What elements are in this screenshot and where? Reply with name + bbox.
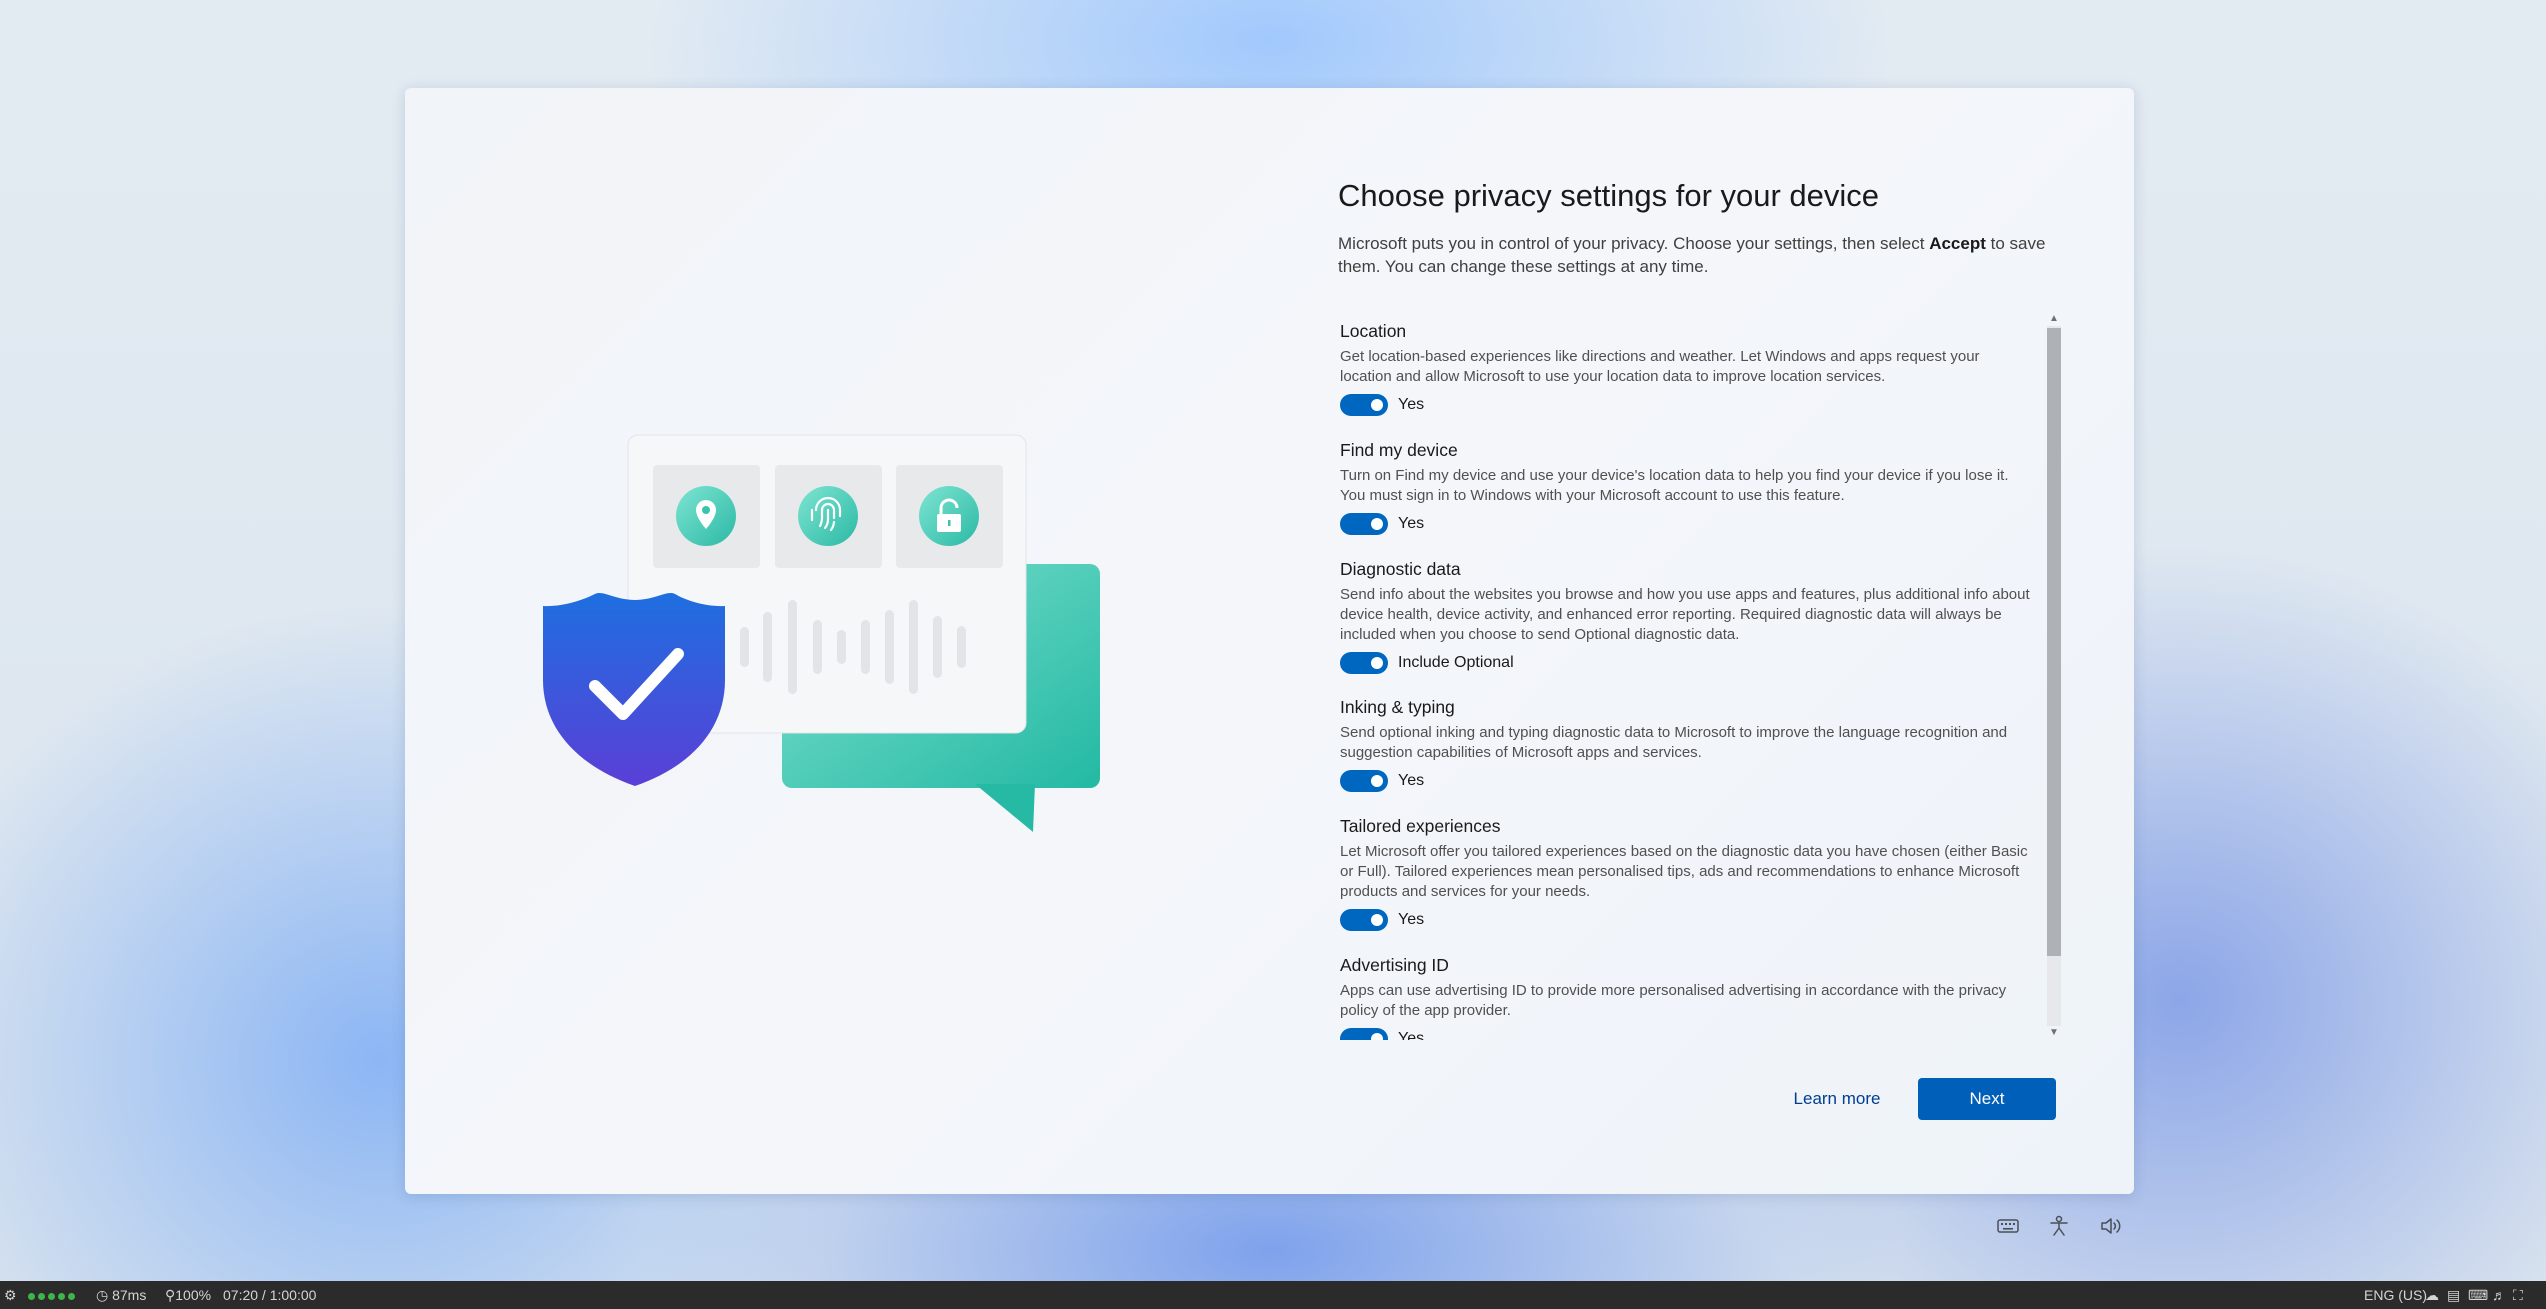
page-title: Choose privacy settings for your device xyxy=(1338,178,1880,213)
language-indicator[interactable]: ENG (US) xyxy=(2364,1281,2427,1309)
privacy-settings-list[interactable]: Location Get location-based experiences … xyxy=(1340,312,2040,1040)
volume-icon[interactable]: ♬ xyxy=(2492,1281,2506,1309)
settings-scrollbar[interactable]: ▲ ▼ xyxy=(2045,312,2063,1040)
inking-typing-toggle[interactable] xyxy=(1340,770,1388,792)
setting-description: Turn on Find my device and use your devi… xyxy=(1340,467,2009,504)
setting-title: Inking & typing xyxy=(1340,697,1455,717)
unlock-icon xyxy=(919,486,979,546)
setting-inking-typing: Inking & typing Send optional inking and… xyxy=(1340,695,2040,793)
setting-title: Location xyxy=(1340,321,1407,341)
scrollbar-thumb[interactable] xyxy=(2047,328,2061,956)
toggle-label: Yes xyxy=(1398,515,1425,532)
diagnostic-data-toggle[interactable] xyxy=(1340,652,1388,674)
setting-title: Find my device xyxy=(1340,440,1458,460)
magnifier-icon: ⚲ xyxy=(165,1287,176,1303)
setting-diagnostic-data: Diagnostic data Send info about the webs… xyxy=(1340,557,2040,675)
vm-status-bar: ⚙ ◷ 87ms ⚲100% 07:20 / 1:00:00 ENG (US) … xyxy=(0,1281,2546,1309)
scroll-up-arrow-icon[interactable]: ▲ xyxy=(2045,312,2063,326)
zoom-value: 100% xyxy=(175,1287,212,1303)
setting-description: Send optional inking and typing diagnost… xyxy=(1340,724,2008,761)
find-my-device-toggle[interactable] xyxy=(1340,513,1388,535)
location-toggle[interactable] xyxy=(1340,394,1388,416)
setting-find-my-device: Find my device Turn on Find my device an… xyxy=(1340,438,2040,536)
shield-check-icon xyxy=(543,593,725,786)
zoom-readout: ⚲100% xyxy=(165,1281,211,1309)
setting-title: Tailored experiences xyxy=(1340,816,1501,836)
tailored-experiences-toggle[interactable] xyxy=(1340,909,1388,931)
toggle-label: Yes xyxy=(1398,396,1425,413)
toggle-label: Yes xyxy=(1398,772,1425,789)
setting-description: Get location-based experiences like dire… xyxy=(1340,348,1980,385)
toggle-label: Yes xyxy=(1398,1030,1425,1040)
privacy-illustration xyxy=(543,434,1100,832)
fullscreen-icon[interactable]: ⛶ xyxy=(2513,1281,2523,1309)
setting-description: Apps can use advertising ID to provide m… xyxy=(1340,982,2007,1019)
setting-title: Advertising ID xyxy=(1340,955,1449,975)
toggle-label: Include Optional xyxy=(1398,654,1514,671)
speaker-icon[interactable] xyxy=(2097,1212,2125,1240)
setting-description: Send info about the websites you browse … xyxy=(1340,586,2030,643)
session-time: 07:20 / 1:00:00 xyxy=(223,1287,317,1303)
learn-more-button[interactable]: Learn more xyxy=(1770,1078,1904,1120)
setting-tailored-experiences: Tailored experiences Let Microsoft offer… xyxy=(1340,814,2040,932)
keyboard-small-icon[interactable]: ⌨ xyxy=(2468,1281,2488,1309)
latency-readout: ◷ 87ms xyxy=(96,1281,146,1309)
setting-location: Location Get location-based experiences … xyxy=(1340,319,2040,417)
setting-title: Diagnostic data xyxy=(1340,559,1461,579)
toggle-label: Yes xyxy=(1398,911,1425,928)
cloud-icon[interactable]: ☁ xyxy=(2425,1281,2439,1309)
setting-description: Let Microsoft offer you tailored experie… xyxy=(1340,843,2028,900)
location-pin-icon xyxy=(676,486,736,546)
timer-icon: ◷ xyxy=(96,1287,109,1303)
page-subtitle: Microsoft puts you in control of your pr… xyxy=(1338,234,2046,276)
setting-advertising-id: Advertising ID Apps can use advertising … xyxy=(1340,953,2040,1040)
status-dots-icon xyxy=(28,1281,78,1309)
keyboard-icon[interactable] xyxy=(1994,1212,2022,1240)
next-button[interactable]: Next xyxy=(1918,1078,2056,1120)
advertising-id-toggle[interactable] xyxy=(1340,1028,1388,1040)
latency-value: 87ms xyxy=(112,1287,147,1303)
clipboard-icon[interactable]: ▤ xyxy=(2447,1281,2460,1309)
fingerprint-icon xyxy=(798,486,858,546)
accessibility-icon[interactable] xyxy=(2045,1212,2073,1240)
scroll-down-arrow-icon[interactable]: ▼ xyxy=(2045,1026,2063,1040)
gear-icon[interactable]: ⚙ xyxy=(4,1281,17,1309)
